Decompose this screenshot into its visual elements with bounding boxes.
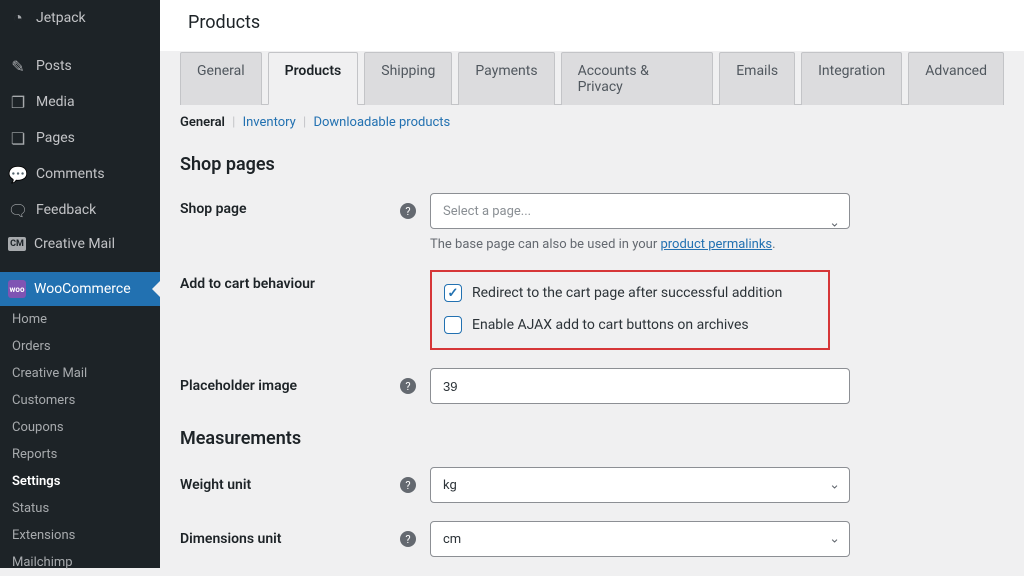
section-shop-pages: Shop pages <box>180 154 1004 175</box>
sidebar-item-label: Reports <box>12 447 57 462</box>
shop-page-hint: The base page can also be used in your p… <box>430 237 850 252</box>
sidebar-sub-reports[interactable]: Reports <box>0 441 160 468</box>
shop-page-select[interactable]: Select a page... <box>430 193 850 229</box>
sidebar-item-woocommerce[interactable]: woo WooCommerce <box>0 272 160 306</box>
dimensions-unit-label: Dimensions unit <box>180 531 400 547</box>
sidebar-item-label: Coupons <box>12 420 64 435</box>
subtab-downloadable[interactable]: Downloadable products <box>313 115 450 130</box>
tab-products[interactable]: Products <box>268 52 359 105</box>
weight-unit-label: Weight unit <box>180 477 400 493</box>
sidebar-sub-customers[interactable]: Customers <box>0 387 160 414</box>
help-icon[interactable]: ? <box>400 203 416 219</box>
placeholder-image-label: Placeholder image <box>180 378 400 394</box>
sidebar-sub-home[interactable]: Home <box>0 306 160 333</box>
checkbox-unchecked-icon[interactable] <box>444 316 462 334</box>
pin-icon: ✎ <box>8 56 28 76</box>
media-icon: ❐ <box>8 92 28 112</box>
admin-sidebar: ◔ Jetpack ✎ Posts ❐ Media ❏ Pages 💬 Comm… <box>0 0 160 568</box>
tab-shipping[interactable]: Shipping <box>364 52 452 105</box>
sidebar-sub-orders[interactable]: Orders <box>0 333 160 360</box>
sidebar-item-label: Creative Mail <box>12 366 87 381</box>
weight-unit-select[interactable]: kg <box>430 467 850 503</box>
enable-ajax-option[interactable]: Enable AJAX add to cart buttons on archi… <box>444 316 814 334</box>
sidebar-item-label: Settings <box>12 474 60 489</box>
sidebar-sub-creative-mail[interactable]: Creative Mail <box>0 360 160 387</box>
pages-icon: ❏ <box>8 128 28 148</box>
sidebar-item-label: Customers <box>12 393 75 408</box>
option-label: Redirect to the cart page after successf… <box>472 285 782 301</box>
main-content: Products General Products Shipping Payme… <box>160 0 1024 557</box>
tab-general[interactable]: General <box>180 52 262 105</box>
placeholder-image-input[interactable] <box>430 368 850 404</box>
sidebar-item-comments[interactable]: 💬 Comments <box>0 156 160 192</box>
tab-advanced[interactable]: Advanced <box>908 52 1004 105</box>
page-title: Products <box>160 0 1024 51</box>
woocommerce-icon: woo <box>8 280 26 298</box>
sidebar-sub-settings[interactable]: Settings <box>0 468 160 495</box>
sidebar-item-posts[interactable]: ✎ Posts <box>0 48 160 84</box>
comments-icon: 💬 <box>8 164 28 184</box>
sidebar-sub-mailchimp[interactable]: Mailchimp <box>0 549 160 576</box>
redirect-to-cart-option[interactable]: Redirect to the cart page after successf… <box>444 284 814 302</box>
dimensions-unit-select[interactable]: cm <box>430 521 850 557</box>
sidebar-item-pages[interactable]: ❏ Pages <box>0 120 160 156</box>
sidebar-item-label: Posts <box>36 58 152 74</box>
sidebar-item-label: Extensions <box>12 528 75 543</box>
subtab-inventory[interactable]: Inventory <box>243 115 296 130</box>
feedback-icon: 🗨 <box>8 200 28 220</box>
sidebar-sub-extensions[interactable]: Extensions <box>0 522 160 549</box>
products-subtabs: General | Inventory | Downloadable produ… <box>180 105 1004 146</box>
sidebar-item-label: WooCommerce <box>34 281 152 297</box>
sidebar-item-label: Status <box>12 501 49 516</box>
sidebar-item-label: Pages <box>36 130 152 146</box>
sidebar-item-label: Feedback <box>36 202 152 218</box>
jetpack-icon: ◔ <box>8 8 28 28</box>
tab-payments[interactable]: Payments <box>458 52 554 105</box>
settings-tabs: General Products Shipping Payments Accou… <box>180 51 1004 105</box>
subtab-general[interactable]: General <box>180 115 225 130</box>
sidebar-item-label: Orders <box>12 339 51 354</box>
checkbox-checked-icon[interactable] <box>444 284 462 302</box>
sidebar-item-jetpack[interactable]: ◔ Jetpack <box>0 0 160 36</box>
sidebar-item-media[interactable]: ❐ Media <box>0 84 160 120</box>
add-to-cart-options-highlight: Redirect to the cart page after successf… <box>430 270 830 350</box>
option-label: Enable AJAX add to cart buttons on archi… <box>472 317 749 333</box>
add-to-cart-label: Add to cart behaviour <box>180 270 400 292</box>
sidebar-item-feedback[interactable]: 🗨 Feedback <box>0 192 160 228</box>
creative-mail-icon: CM <box>8 237 26 251</box>
help-icon[interactable]: ? <box>400 531 416 547</box>
help-icon[interactable]: ? <box>400 477 416 493</box>
sidebar-item-label: Media <box>36 94 152 110</box>
sidebar-sub-status[interactable]: Status <box>0 495 160 522</box>
section-measurements: Measurements <box>180 428 1004 449</box>
tab-integration[interactable]: Integration <box>801 52 902 105</box>
help-icon[interactable]: ? <box>400 378 416 394</box>
sidebar-item-label: Comments <box>36 166 152 182</box>
tab-accounts-privacy[interactable]: Accounts & Privacy <box>561 52 714 105</box>
sidebar-item-label: Home <box>12 312 47 327</box>
tab-emails[interactable]: Emails <box>719 52 795 105</box>
sidebar-item-creative-mail[interactable]: CM Creative Mail <box>0 228 160 260</box>
sidebar-item-label: Creative Mail <box>34 236 152 252</box>
sidebar-item-label: Jetpack <box>36 10 152 26</box>
shop-page-label: Shop page <box>180 193 400 217</box>
sidebar-sub-coupons[interactable]: Coupons <box>0 414 160 441</box>
product-permalinks-link[interactable]: product permalinks <box>660 237 772 252</box>
